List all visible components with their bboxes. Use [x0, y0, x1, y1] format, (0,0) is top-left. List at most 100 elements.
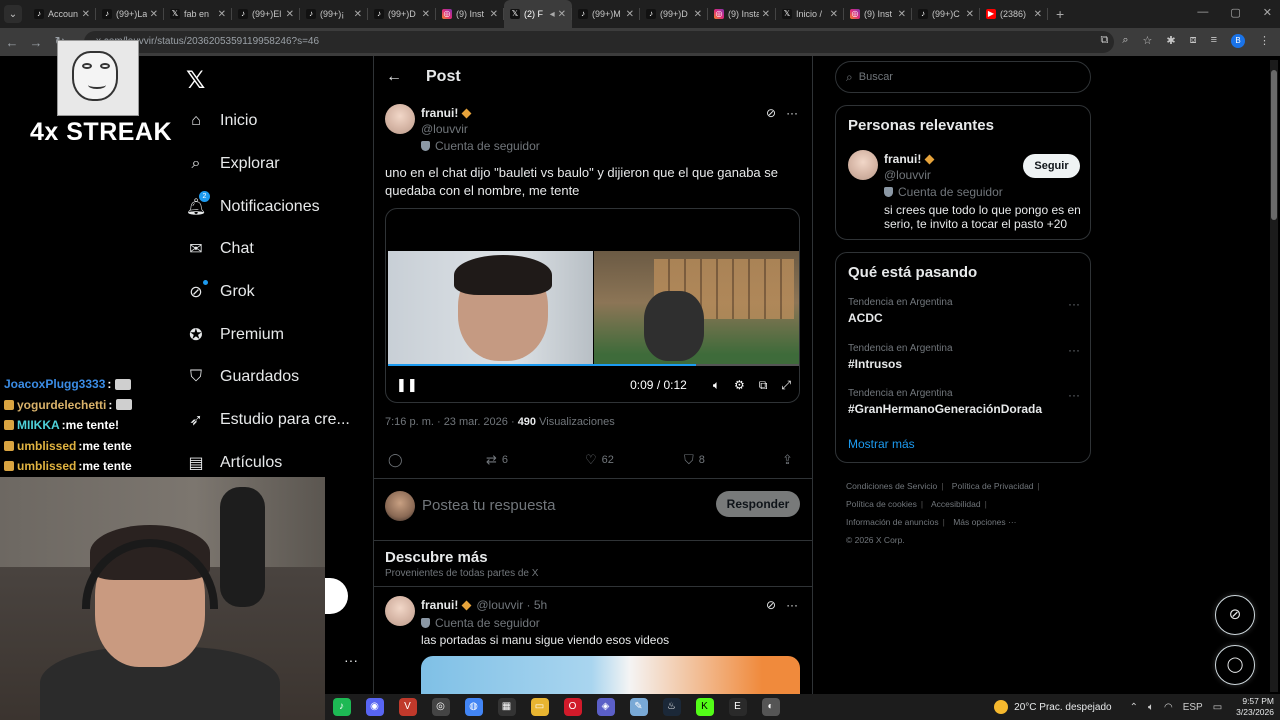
app-icon[interactable]: ◈: [596, 698, 615, 716]
footer-link[interactable]: Política de Privacidad: [952, 481, 1034, 491]
back-nav-icon[interactable]: ←: [0, 35, 24, 50]
epic-games-icon[interactable]: E: [728, 698, 747, 716]
close-tab-icon[interactable]: ✕: [150, 9, 158, 20]
reply-button[interactable]: ◯: [388, 452, 408, 468]
bookmark-button[interactable]: ⛉ 8: [684, 452, 705, 468]
install-app-icon[interactable]: ⧉: [1100, 34, 1108, 48]
nav-item-guardados[interactable]: ⛉ Guardados: [184, 356, 350, 399]
app-icon[interactable]: ◐: [761, 698, 780, 716]
more-options-icon[interactable]: ···: [1068, 388, 1080, 402]
account-more-icon[interactable]: ···: [344, 652, 358, 668]
browser-tab[interactable]: ♪ (99+)D ✕: [368, 0, 436, 28]
browser-tab[interactable]: 𝕏 Inicio / ✕: [776, 0, 844, 28]
tab-search-button[interactable]: ⌄: [4, 5, 22, 23]
zoom-icon[interactable]: ⌕: [1122, 34, 1128, 48]
close-tab-icon[interactable]: ✕: [286, 9, 294, 20]
close-tab-icon[interactable]: ✕: [490, 9, 498, 20]
notepad-icon[interactable]: ✎: [629, 698, 648, 716]
close-tab-icon[interactable]: ✕: [218, 9, 226, 20]
trend-item[interactable]: Tendencia en Argentina ACDC ···: [848, 297, 1080, 325]
clock[interactable]: 9:57 PM 3/23/2026: [1236, 696, 1274, 718]
more-options-icon[interactable]: ···: [1068, 297, 1080, 311]
opera-icon[interactable]: O: [563, 698, 582, 716]
browser-tab[interactable]: ♪ (99+)C ✕: [912, 0, 980, 28]
browser-tab[interactable]: 𝕏 (2) F ◂ ✕: [504, 0, 572, 28]
maximize-icon[interactable]: ▢: [1230, 6, 1240, 19]
author-handle[interactable]: @louvvir: [884, 168, 931, 182]
language-indicator[interactable]: ESP: [1183, 702, 1203, 713]
nav-item-artículos[interactable]: ▤ Artículos: [184, 442, 350, 485]
browser-tab[interactable]: ◎ (9) Insta ✕: [708, 0, 776, 28]
nav-item-inicio[interactable]: ⌂ Inicio: [184, 100, 350, 143]
post-timestamp[interactable]: 7:16 p. m. · 23 mar. 2026 ·: [385, 416, 515, 428]
browser-menu-icon[interactable]: ⋮: [1259, 34, 1270, 48]
browser-tab[interactable]: ▶ (2386) ✕: [980, 0, 1048, 28]
voicemod-icon[interactable]: V: [398, 698, 417, 716]
volume-icon[interactable]: 🔈︎: [713, 378, 720, 393]
tray-chevron-icon[interactable]: ⌃: [1130, 702, 1138, 713]
browser-tab[interactable]: ♪ (99+)El ✕: [232, 0, 300, 28]
settings-gear-icon[interactable]: ⚙: [734, 378, 745, 392]
repost-button[interactable]: ⇄ 6: [486, 452, 508, 468]
weather-widget[interactable]: 20°C Prac. despejado: [994, 700, 1112, 714]
obs-icon[interactable]: ◎: [431, 698, 450, 716]
nav-item-explorar[interactable]: ⌕ Explorar: [184, 143, 350, 186]
grok-icon[interactable]: ⊘: [766, 106, 776, 120]
video-player[interactable]: ❚❚ 0:09 / 0:12 🔈︎ ⚙ ⧉ ⤢: [385, 208, 800, 403]
share-button[interactable]: ⇪: [782, 452, 798, 468]
nav-item-premium[interactable]: ✪ Premium: [184, 313, 350, 356]
extensions-puzzle-icon[interactable]: ⧈: [1190, 34, 1197, 48]
close-tab-icon[interactable]: ✕: [558, 9, 566, 20]
bookmark-star-icon[interactable]: ☆: [1142, 34, 1152, 48]
footer-link[interactable]: Más opciones ···: [953, 517, 1016, 527]
footer-link[interactable]: Accesibilidad: [931, 499, 981, 509]
close-tab-icon[interactable]: ✕: [966, 9, 974, 20]
avatar[interactable]: [848, 150, 878, 180]
close-tab-icon[interactable]: ✕: [762, 9, 770, 20]
forward-nav-icon[interactable]: →: [24, 35, 48, 50]
nav-item-estudio-para-cre[interactable]: ➶ Estudio para cre...: [184, 399, 350, 442]
mute-tab-icon[interactable]: ◂: [550, 9, 555, 20]
nav-item-chat[interactable]: ✉ Chat: [184, 228, 350, 271]
messages-fab-button[interactable]: ◯: [1215, 645, 1255, 685]
spotify-icon[interactable]: ♪: [332, 698, 351, 716]
author-name[interactable]: franui!: [421, 106, 472, 120]
volume-icon[interactable]: 🔈︎: [1148, 702, 1154, 713]
avatar[interactable]: [385, 596, 415, 626]
close-tab-icon[interactable]: ✕: [898, 9, 906, 20]
like-button[interactable]: ♡ 62: [585, 452, 614, 468]
close-tab-icon[interactable]: ✕: [626, 9, 634, 20]
close-tab-icon[interactable]: ✕: [422, 9, 430, 20]
browser-tab[interactable]: ♪ (99+)M ✕: [572, 0, 640, 28]
avatar[interactable]: [385, 491, 415, 521]
kick-icon[interactable]: K: [695, 698, 714, 716]
grok-icon[interactable]: ⊘: [766, 598, 776, 612]
footer-link[interactable]: Condiciones de Servicio: [846, 481, 937, 491]
close-tab-icon[interactable]: ✕: [694, 9, 702, 20]
pause-icon[interactable]: ❚❚: [396, 377, 418, 393]
more-options-icon[interactable]: ···: [786, 106, 798, 120]
footer-link[interactable]: Política de cookies: [846, 499, 917, 509]
search-input[interactable]: ⌕ Buscar: [835, 61, 1091, 93]
post-media-image[interactable]: [421, 656, 800, 696]
trend-item[interactable]: Tendencia en Argentina #GranHermanoGenera…: [848, 388, 1080, 416]
avatar[interactable]: [385, 104, 415, 134]
page-scrollbar[interactable]: [1270, 60, 1278, 692]
file-explorer-icon[interactable]: ▭: [530, 698, 549, 716]
wifi-icon[interactable]: ◠: [1164, 702, 1173, 713]
nav-item-notificaciones[interactable]: 🔔︎ 2 Notificaciones: [184, 185, 350, 228]
url-input[interactable]: x.com/louvvir/status/2036205359119958246…: [84, 31, 1114, 53]
reply-submit-button[interactable]: Responder: [716, 491, 800, 517]
more-options-icon[interactable]: ···: [786, 598, 798, 612]
author-name[interactable]: franui!: [884, 152, 935, 166]
close-tab-icon[interactable]: ✕: [82, 9, 90, 20]
footer-link[interactable]: Información de anuncios: [846, 517, 939, 527]
stream-deck-icon[interactable]: ▦: [497, 698, 516, 716]
close-window-icon[interactable]: ✕: [1263, 6, 1272, 19]
nav-item-grok[interactable]: ⊘ Grok: [184, 271, 350, 314]
back-arrow-icon[interactable]: ←: [386, 68, 402, 86]
extension-icon[interactable]: ✱: [1166, 34, 1175, 48]
picture-in-picture-icon[interactable]: ⧉: [759, 378, 768, 393]
browser-tab[interactable]: 𝕏fab en ✕: [164, 0, 232, 28]
reading-list-icon[interactable]: ≡: [1211, 34, 1217, 48]
